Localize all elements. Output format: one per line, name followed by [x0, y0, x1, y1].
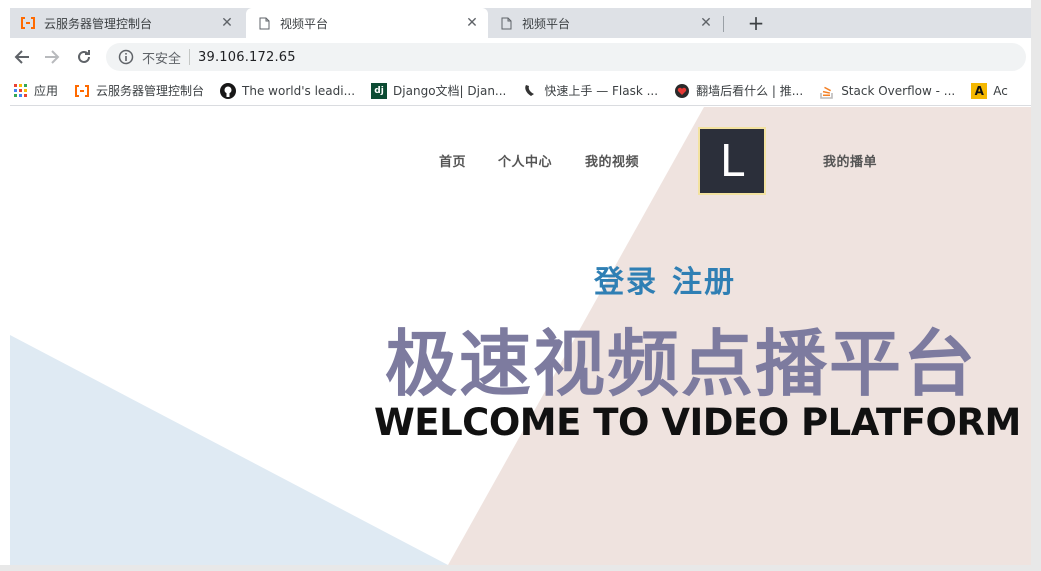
bookmark-aliyun[interactable]: 云服务器管理控制台	[74, 82, 204, 99]
security-label[interactable]: 不安全	[142, 48, 181, 67]
auth-links: 登录 注册	[594, 257, 750, 301]
arrow-right-icon	[45, 50, 60, 64]
bookmark-label: 快速上手 — Flask ...	[544, 84, 659, 98]
bookmark-flask[interactable]: 快速上手 — Flask ...	[522, 82, 658, 99]
nav-my-playlist[interactable]: 我的播单	[823, 151, 877, 170]
heart-icon	[674, 83, 690, 99]
hero-headline: 极速视频点播平台	[385, 322, 978, 406]
tab-video-platform[interactable]: 视频平台 ✕	[488, 8, 722, 38]
info-icon[interactable]	[118, 49, 134, 65]
address-bar[interactable]: 不安全 39.106.172.65	[106, 43, 1026, 71]
tab-divider	[723, 16, 724, 32]
page-icon	[256, 15, 272, 31]
bookmark-label: 云服务器管理控制台	[96, 84, 205, 98]
tab-title: 视频平台	[522, 16, 571, 31]
aliyun-icon	[74, 83, 90, 99]
bookmark-stackoverflow[interactable]: Stack Overflow - ...	[819, 83, 955, 99]
django-icon: dj	[371, 82, 388, 99]
register-link[interactable]: 注册	[672, 257, 736, 301]
new-tab-button[interactable]: +	[745, 12, 767, 34]
close-icon[interactable]: ✕	[219, 15, 235, 31]
tab-title: 云服务器管理控制台	[44, 16, 153, 31]
tab-title: 视频平台	[280, 16, 329, 31]
a-icon: A	[971, 82, 988, 99]
close-icon[interactable]: ✕	[464, 15, 480, 31]
page-icon	[498, 15, 514, 31]
omnibox-divider	[189, 49, 191, 65]
blue-diagonal-panel	[10, 335, 448, 565]
bookmark-label: Django文档| Djan...	[393, 84, 507, 98]
bookmark-label: The world's leadi...	[242, 83, 356, 98]
aliyun-icon	[20, 15, 36, 31]
bookmark-label: 应用	[34, 84, 59, 98]
stackoverflow-icon	[819, 83, 835, 99]
tab-video-platform-active[interactable]: 视频平台 ✕	[246, 8, 488, 38]
site-logo[interactable]: L	[698, 127, 766, 195]
url-text[interactable]: 39.106.172.65	[198, 50, 296, 65]
flask-icon	[522, 83, 538, 99]
bookmark-github[interactable]: The world's leadi...	[220, 82, 356, 99]
nav-profile[interactable]: 个人中心	[498, 151, 552, 170]
close-icon[interactable]: ✕	[698, 15, 714, 31]
tab-aliyun-console[interactable]: 云服务器管理控制台 ✕	[10, 8, 243, 38]
tab-strip: 云服务器管理控制台 ✕ 视频平台 ✕ 视频平台 ✕ +	[10, 8, 1031, 38]
bookmark-ac[interactable]: A Ac	[971, 82, 1008, 99]
hero-subheadline: WELCOME TO VIDEO PLATFORM	[374, 401, 1021, 444]
reload-button[interactable]	[72, 45, 96, 69]
bookmark-label: Ac	[993, 83, 1008, 98]
browser-window: 云服务器管理控制台 ✕ 视频平台 ✕ 视频平台 ✕ + 不安全 39.106.1…	[0, 0, 1041, 571]
arrow-left-icon	[14, 50, 29, 64]
bookmark-vpn[interactable]: 翻墙后看什么 | 推...	[674, 82, 803, 99]
browser-toolbar: 不安全 39.106.172.65	[10, 38, 1031, 76]
web-page: 首页 个人中心 我的视频 L 我的播单 登录 注册 极速视频点播平台 WELCOM…	[10, 107, 1031, 565]
bookmark-django[interactable]: dj Django文档| Djan...	[371, 82, 506, 99]
reload-icon	[78, 50, 90, 63]
apps-grid-icon	[12, 83, 28, 99]
bookmark-label: 翻墙后看什么 | 推...	[696, 84, 804, 98]
nav-home[interactable]: 首页	[439, 151, 466, 170]
bookmark-apps[interactable]: 应用	[12, 82, 58, 99]
bookmarks-bar: 应用 云服务器管理控制台 The world's leadi... dj Dja…	[10, 76, 1031, 106]
forward-button[interactable]	[40, 45, 64, 69]
bookmark-label: Stack Overflow - ...	[841, 83, 956, 98]
nav-my-videos[interactable]: 我的视频	[585, 151, 639, 170]
github-icon	[220, 82, 237, 99]
back-button[interactable]	[10, 45, 34, 69]
login-link[interactable]: 登录	[594, 257, 658, 301]
